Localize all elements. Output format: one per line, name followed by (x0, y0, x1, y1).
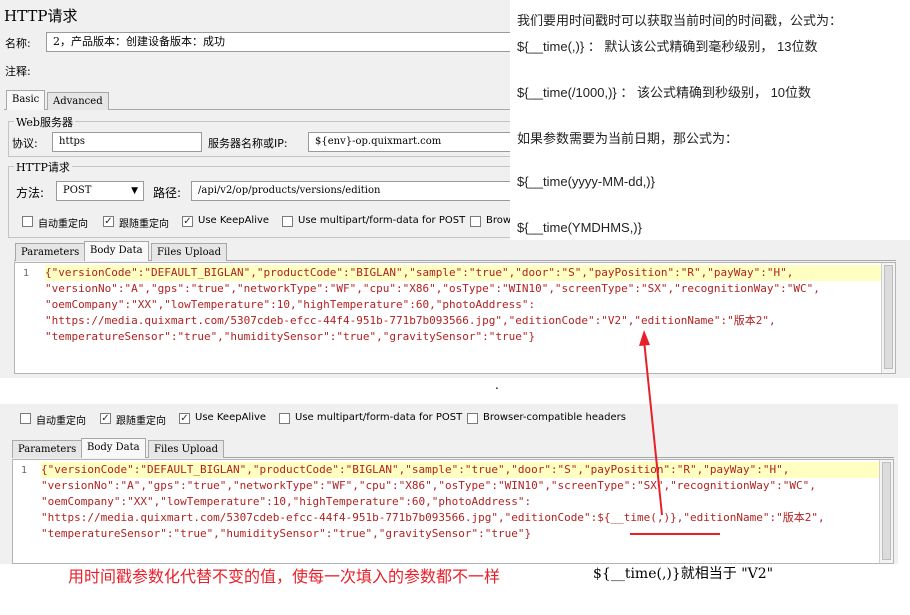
annotation-overlay (630, 330, 720, 535)
annotation-arrow-head (639, 330, 650, 346)
annotation-equivalence: ${__time(,)}就相当于 "V2" (593, 566, 774, 582)
annotation-arrow (643, 339, 663, 516)
annotation-caption: 用时间戳参数化代替不变的值，使每一次填入的参数都不一样 (68, 567, 501, 586)
